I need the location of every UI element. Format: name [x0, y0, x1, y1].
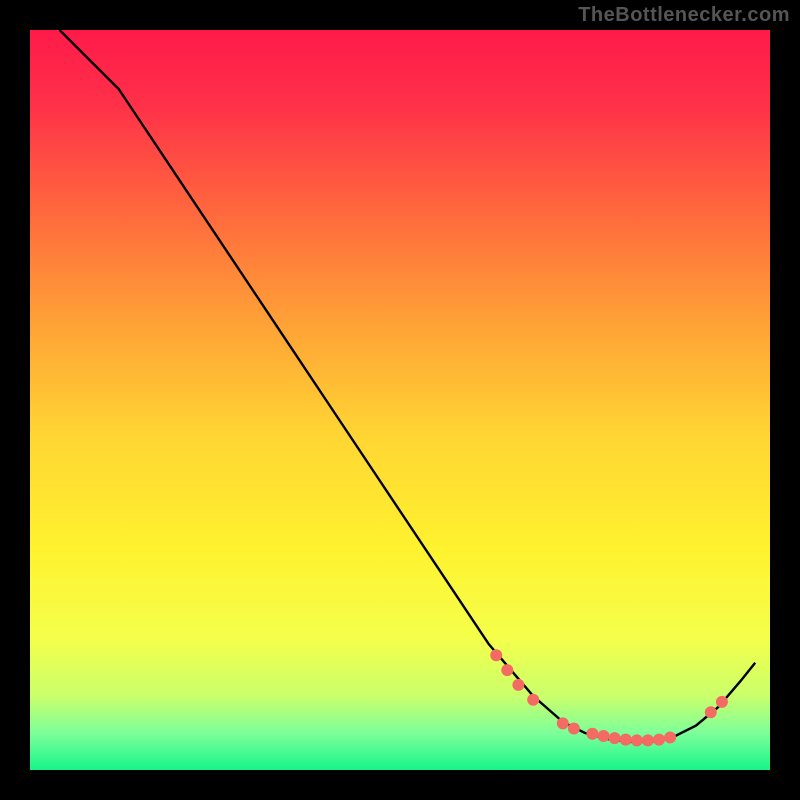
data-marker [631, 734, 643, 746]
data-marker [620, 734, 632, 746]
data-marker [598, 730, 610, 742]
chart-container: TheBottlenecker.com [0, 0, 800, 800]
chart-svg [30, 30, 770, 770]
data-marker [664, 731, 676, 743]
data-marker [705, 706, 717, 718]
data-marker [716, 696, 728, 708]
data-marker [527, 694, 539, 706]
data-marker [653, 734, 665, 746]
gradient-background [30, 30, 770, 770]
data-marker [568, 723, 580, 735]
data-marker [557, 717, 569, 729]
data-marker [512, 679, 524, 691]
data-marker [609, 732, 621, 744]
data-marker [501, 664, 513, 676]
watermark-text: TheBottlenecker.com [578, 4, 790, 27]
data-marker [490, 649, 502, 661]
plot-area [30, 30, 770, 770]
data-marker [642, 734, 654, 746]
data-marker [586, 728, 598, 740]
